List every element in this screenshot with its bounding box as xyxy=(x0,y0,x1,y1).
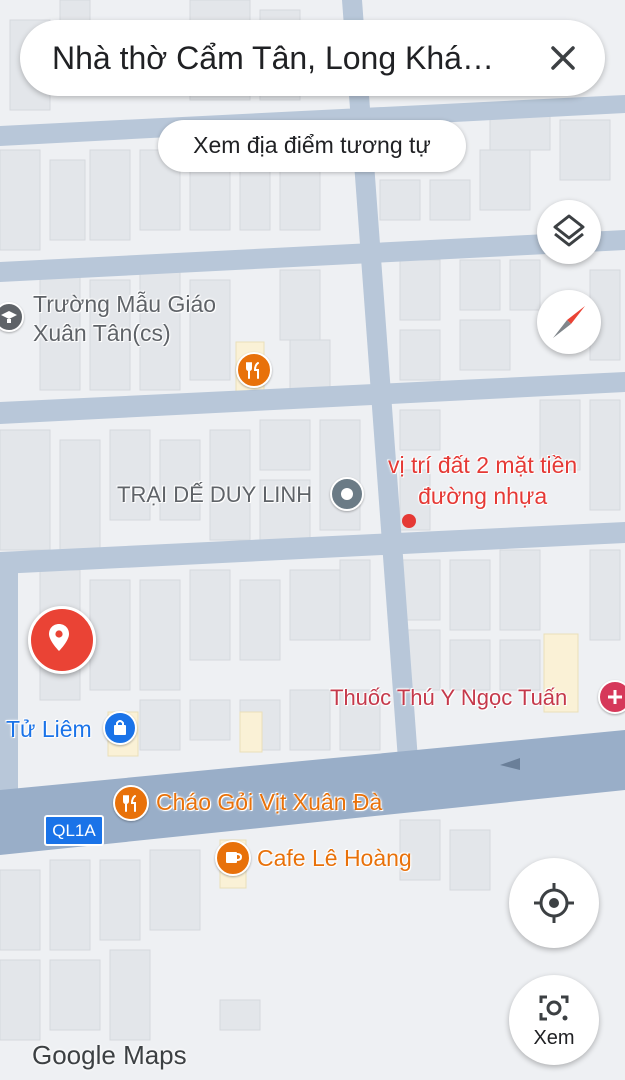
layers-button[interactable] xyxy=(537,200,601,264)
lens-icon xyxy=(539,995,569,1021)
land-annotation-text: vị trí đất 2 mặt tiền đường nhựa xyxy=(388,452,578,509)
restaurant-icon[interactable] xyxy=(113,785,149,821)
cafe-label[interactable]: Cafe Lê Hoàng xyxy=(257,845,412,872)
close-icon xyxy=(551,46,575,70)
similar-places-chip-label: Xem địa điểm tương tự xyxy=(193,132,431,158)
trai-de-duy-linh-label[interactable]: TRẠI DẾ DUY LINH xyxy=(117,482,312,508)
annotation-dot-icon xyxy=(402,514,416,528)
my-location-button[interactable] xyxy=(509,858,599,948)
highway-shield: QL1A xyxy=(44,815,104,846)
cafe-icon[interactable] xyxy=(215,840,251,876)
google-maps-logo: Google Maps xyxy=(32,1040,187,1070)
my-location-icon xyxy=(534,883,574,923)
compass-icon xyxy=(553,306,585,338)
search-bar[interactable]: Nhà thờ Cẩm Tân, Long Khá… xyxy=(20,20,605,96)
shopping-bag-icon[interactable] xyxy=(103,711,137,745)
lens-button[interactable]: Xem xyxy=(509,975,599,1065)
location-pin[interactable] xyxy=(28,606,96,674)
thuoc-thu-y-label[interactable]: Thuốc Thú Y Ngọc Tuấn xyxy=(330,685,567,711)
tu-liem-label[interactable]: Tử Liêm xyxy=(6,716,92,743)
layers-icon xyxy=(553,214,585,247)
similar-places-chip[interactable]: Xem địa điểm tương tự xyxy=(158,120,466,172)
school-icon[interactable] xyxy=(0,302,24,332)
compass-button[interactable] xyxy=(537,290,601,354)
place-pin-icon[interactable] xyxy=(330,477,364,511)
school-label[interactable]: Trường Mẫu Giáo Xuân Tân(cs) xyxy=(33,290,216,348)
pharmacy-icon[interactable] xyxy=(598,680,625,714)
close-button[interactable] xyxy=(539,34,587,82)
lens-button-label: Xem xyxy=(533,1027,575,1049)
chao-goi-label[interactable]: Cháo Gỏi Vịt Xuân Đà xyxy=(156,789,382,816)
search-query-text[interactable]: Nhà thờ Cẩm Tân, Long Khá… xyxy=(52,40,494,77)
map-pin-icon xyxy=(49,624,69,651)
restaurant-icon[interactable] xyxy=(236,352,272,388)
